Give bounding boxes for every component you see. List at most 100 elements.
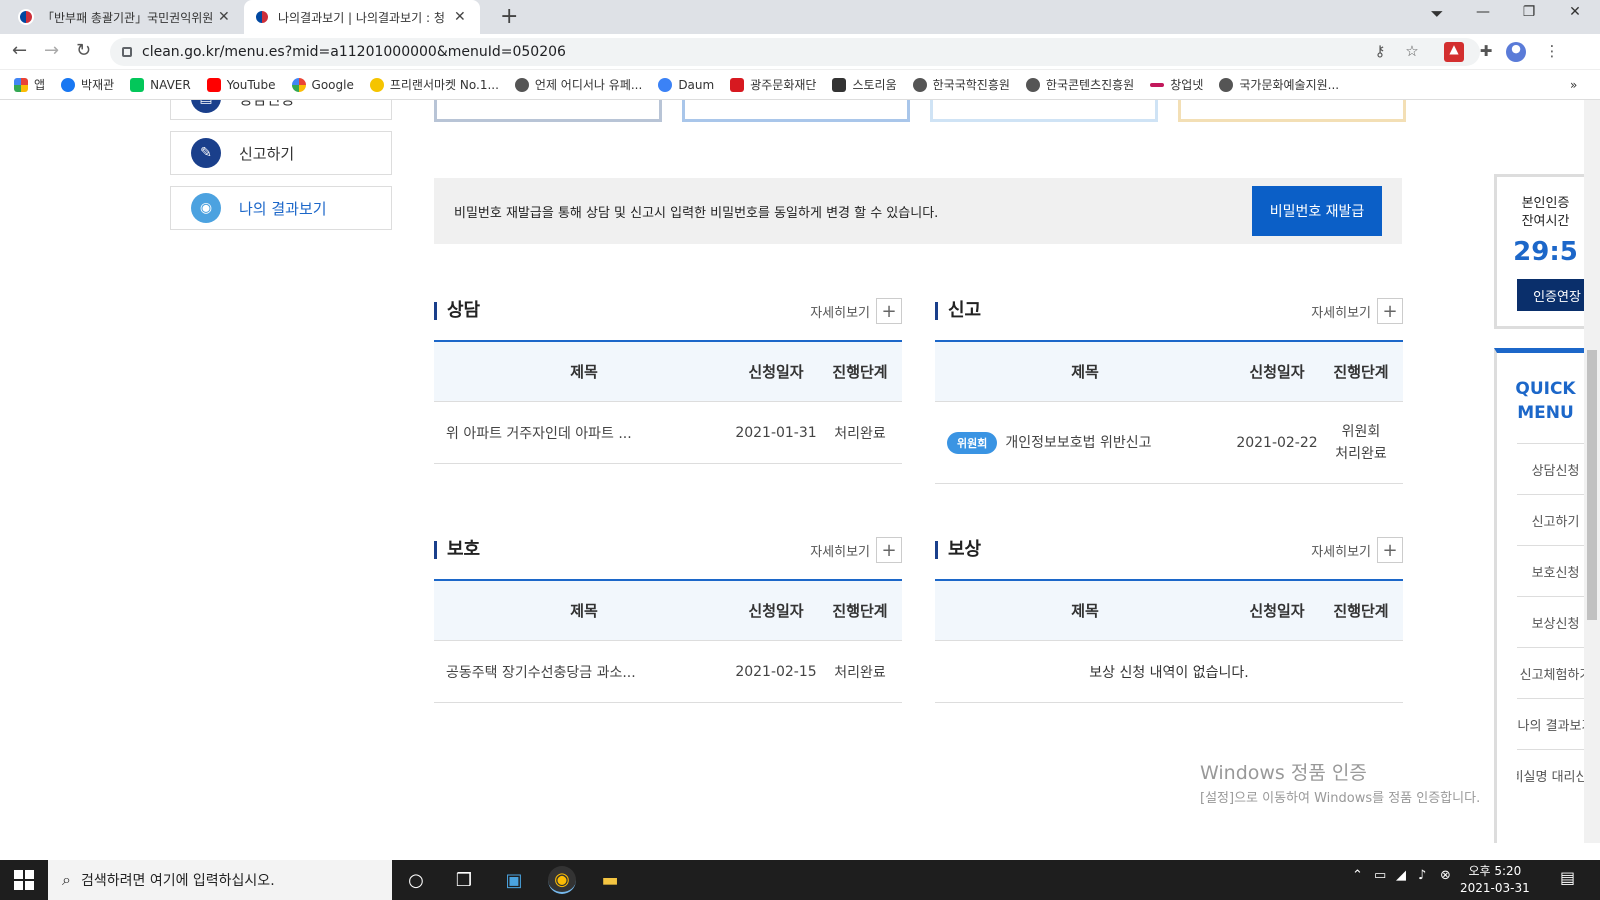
close-window-icon[interactable]: ✕ [1552,4,1598,20]
bookmark-item[interactable]: 광주문화재단 [730,76,816,93]
more-link[interactable]: 자세히보기 + [1311,537,1403,563]
star-icon[interactable]: ☆ [1402,42,1422,62]
store-icon[interactable]: ▣ [500,866,528,894]
new-tab-button[interactable]: + [500,4,518,29]
doc-icon: ▤ [191,100,221,113]
pdf-extension-icon[interactable]: ▲ [1444,42,1464,62]
taskbar-search-box[interactable]: ⌕ 검색하려면 여기에 입력하십시오. [48,860,392,900]
quick-item[interactable]: 신고하기 [1517,494,1594,545]
task-view-icon[interactable]: ❒ [450,866,478,894]
consult-table: 제목 신청일자 진행단계 위 아파트 거주자인데 아파트 ... 2021-01… [434,340,902,464]
table-row[interactable]: 위 아파트 거주자인데 아파트 ... 2021-01-31 처리완료 [434,402,902,464]
sidebar-item-consult[interactable]: ▤ 상담신청 [170,100,392,120]
quick-item[interactable]: 상담신청 [1517,443,1594,494]
scrollbar-thumb[interactable] [1587,350,1597,620]
globe-icon [912,77,927,92]
tab-search-icon[interactable]: ⏷ [1414,4,1460,24]
address-bar[interactable]: clean.go.kr/menu.es?mid=a11201000000&men… [110,38,1480,66]
ime-icon[interactable]: ⊗ [1440,868,1451,883]
more-link[interactable]: 자세히보기 + [810,298,902,324]
bookmark-item[interactable]: NAVER [130,77,191,92]
table-row[interactable]: 위원회 개인정보보호법 위반신고 2021-02-22 위원회 처리완료 [935,402,1403,484]
bookmark-item[interactable]: 국가문화예술지원... [1219,76,1339,93]
wifi-icon[interactable]: ◢ [1396,868,1406,883]
korea-flag-icon [18,9,34,25]
notification-icon[interactable]: ▤ [1560,868,1575,887]
chrome-icon[interactable]: ◉ [548,866,576,894]
browser-tab-2[interactable]: 나의결과보기 | 나의결과보기 : 청 ✕ [244,0,480,34]
protect-panel: 보호 자세히보기 + 제목 신청일자 진행단계 공동주택 장기수선충당금 과소..… [434,537,902,711]
protect-table: 제목 신청일자 진행단계 공동주택 장기수선충당금 과소... 2021-02-… [434,579,902,703]
system-clock[interactable]: 오후 5:20 2021-03-31 [1460,863,1530,897]
reload-icon[interactable]: ↻ [76,40,91,61]
quick-item[interactable]: 보호신청 [1517,545,1594,596]
remaining-time: 29:5 [1513,237,1578,267]
bookmark-item[interactable]: Daum [658,77,714,92]
bookmark-item[interactable]: 언제 어디서나 유페... [514,76,642,93]
bookmark-item[interactable]: Google [291,77,354,92]
network-icon[interactable]: ▭ [1374,868,1386,883]
quick-item[interactable]: 나의 결과보기 [1517,698,1594,749]
quick-menu: QUICK MENU 상담신청 신고하기 보호신청 보상신청 신고체험하기 나의… [1494,348,1594,843]
tab-title: 「반부패 총괄기관」국민권익위원 [42,10,212,25]
lock-icon [122,47,132,57]
cortana-icon[interactable]: ○ [402,866,430,894]
table-header: 제목 신청일자 진행단계 [434,581,902,641]
maximize-icon[interactable]: ❐ [1506,4,1552,20]
sidebar-item-report[interactable]: ✎ 신고하기 [170,131,392,175]
plus-icon[interactable]: + [876,537,902,563]
page-scrollbar[interactable] [1584,100,1600,843]
empty-message: 보상 신청 내역이 없습니다. [935,641,1403,703]
profile-avatar[interactable]: ● [1506,42,1526,62]
file-explorer-icon[interactable]: ▬ [596,866,624,894]
bookmark-item[interactable]: YouTube [206,77,276,92]
browser-tab-1[interactable]: 「반부패 총괄기관」국민권익위원 ✕ [8,0,244,34]
apps-grid-icon [14,77,28,92]
volume-icon[interactable]: ♪ [1418,868,1426,883]
globe-icon [1025,77,1040,92]
quick-item[interactable]: 비실명 대리신고 [1517,749,1594,800]
changupnet-icon [1150,82,1165,87]
key-icon[interactable]: ⚷ [1370,42,1390,62]
tray-expand-icon[interactable]: ⌃ [1352,868,1363,883]
bookmark-item[interactable]: 한국국학진흥원 [912,76,1010,93]
plus-icon[interactable]: + [1377,537,1403,563]
daum-icon [658,77,673,92]
panel-title: 보상 [935,541,981,559]
quick-item[interactable]: 신고체험하기 [1517,647,1594,698]
windows-start-icon[interactable] [14,870,34,890]
bookmark-apps[interactable]: 앱 [14,76,45,93]
sidebar-item-my-results[interactable]: ◉ 나의 결과보기 [170,186,392,230]
bookmark-item[interactable]: 프리랜서마켓 No.1... [369,76,499,93]
extensions-icon[interactable]: ✚ [1476,42,1496,62]
bookmarks-overflow-icon[interactable]: » [1570,78,1577,92]
gjcf-icon [730,77,745,92]
bookmark-item[interactable]: 스토리움 [832,76,897,93]
password-notice: 비밀번호 재발급을 통해 상담 및 신고시 입력한 비밀번호를 동일하게 변경 … [434,178,1402,244]
plus-icon[interactable]: + [1377,298,1403,324]
panel-title: 신고 [935,302,981,320]
forward-icon[interactable]: → [44,40,59,61]
minimize-icon[interactable]: — [1460,4,1506,20]
more-link[interactable]: 자세히보기 + [1311,298,1403,324]
quick-item[interactable]: 보상신청 [1517,596,1594,647]
bookmark-item[interactable]: 한국콘텐츠진흥원 [1025,76,1134,93]
plus-icon[interactable]: + [876,298,902,324]
table-header: 제목 신청일자 진행단계 [935,342,1403,402]
back-icon[interactable]: ← [12,40,27,61]
notice-text: 비밀번호 재발급을 통해 상담 및 신고시 입력한 비밀번호를 동일하게 변경 … [454,205,939,221]
menu-icon[interactable]: ⋮ [1542,42,1562,62]
close-tab-icon[interactable]: ✕ [454,9,466,25]
eye-icon: ◉ [191,193,221,223]
bookmark-item[interactable]: 박재관 [61,76,114,93]
committee-badge: 위원회 [947,431,998,454]
table-row[interactable]: 공동주택 장기수선충당금 과소... 2021-02-15 처리완료 [434,641,902,703]
url-text[interactable]: clean.go.kr/menu.es?mid=a11201000000&men… [142,44,566,60]
consult-panel: 상담 자세히보기 + 제목 신청일자 진행단계 위 아파트 거주자인데 아파트 .… [434,298,902,472]
close-tab-icon[interactable]: ✕ [218,9,230,25]
status-cell: 위원회 처리완료 [1335,423,1387,462]
password-reissue-button[interactable]: 비밀번호 재발급 [1252,186,1382,236]
bookmark-item[interactable]: 창업넷 [1150,76,1203,93]
more-link[interactable]: 자세히보기 + [810,537,902,563]
browser-toolbar: ← → ↻ clean.go.kr/menu.es?mid=a112010000… [0,34,1600,70]
